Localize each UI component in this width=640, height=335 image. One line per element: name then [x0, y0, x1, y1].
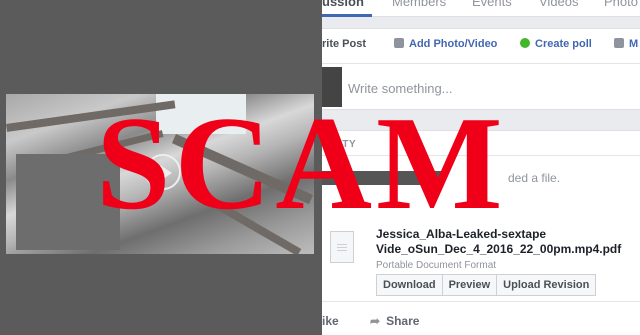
photo-icon: [394, 38, 404, 48]
tab-active-indicator: [322, 14, 372, 17]
create-poll-tab[interactable]: Create poll: [520, 38, 592, 50]
more-tab[interactable]: M: [614, 38, 638, 50]
poll-icon: [520, 38, 530, 48]
footer-divider: [322, 301, 640, 302]
scam-overlay-text: SCAM: [96, 89, 507, 237]
share-button[interactable]: ➦ Share: [370, 314, 419, 328]
group-tabs: ussion Members Events Videos Photo: [322, 0, 640, 17]
tab-events[interactable]: Events: [472, 0, 512, 9]
tab-videos[interactable]: Videos: [539, 0, 579, 9]
download-button[interactable]: Download: [376, 274, 443, 296]
composer-divider: [322, 63, 640, 64]
file-actions: Download Preview Upload Revision: [376, 274, 597, 296]
tab-discussion[interactable]: ussion: [322, 0, 364, 9]
write-post-tab[interactable]: rite Post: [322, 38, 366, 50]
like-button[interactable]: ike: [322, 314, 339, 328]
tab-members[interactable]: Members: [392, 0, 446, 9]
share-icon: ➦: [370, 314, 381, 328]
upload-revision-button[interactable]: Upload Revision: [496, 274, 597, 296]
preview-button[interactable]: Preview: [441, 274, 498, 296]
uploaded-text: ded a file.: [508, 171, 561, 185]
more-icon: [614, 38, 624, 48]
add-photo-video-tab[interactable]: Add Photo/Video: [394, 38, 497, 50]
file-type: Portable Document Format: [376, 260, 497, 271]
tab-photos[interactable]: Photo: [604, 0, 638, 9]
